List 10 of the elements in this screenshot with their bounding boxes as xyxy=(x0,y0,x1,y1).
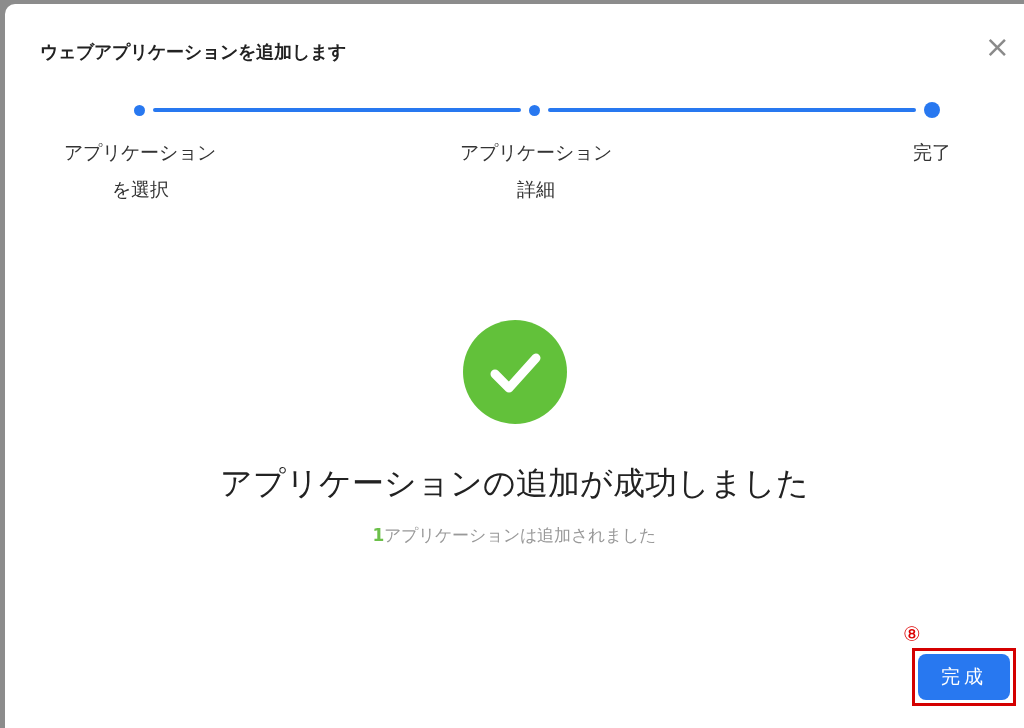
step-label: アプリケーション詳細 xyxy=(459,140,613,202)
step-label: アプリケーションを選択 xyxy=(63,140,217,202)
callout-number: ⑧ xyxy=(903,624,921,644)
close-button[interactable]: × xyxy=(978,32,1016,62)
dialog-title: ウェブアプリケーションを追加します xyxy=(40,40,346,64)
success-check-icon xyxy=(462,320,567,424)
step-label: 完了 xyxy=(913,140,951,165)
success-headline: アプリケーションの追加が成功しました xyxy=(220,463,809,504)
finish-button[interactable]: 完成 xyxy=(918,654,1010,700)
success-message: 1アプリケーションは追加されました xyxy=(372,524,657,547)
